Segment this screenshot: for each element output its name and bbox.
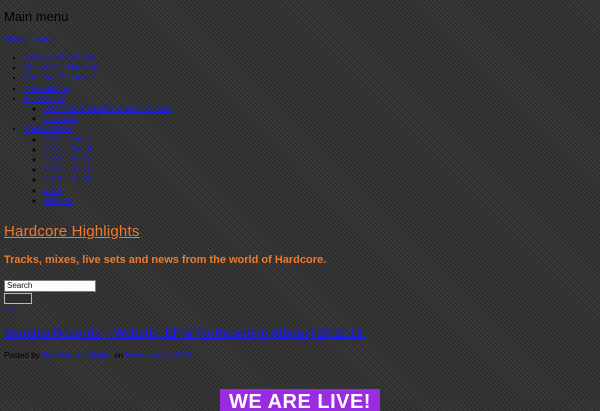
menu-link-bundles[interactable]: Bundles: [44, 196, 73, 205]
menu-item-australia-with-force: Australia With Force: [24, 53, 171, 63]
submenu-item: 2013 – Part II: [44, 175, 171, 185]
menu-item-mix-archive: Mix Archive DJ Mixes, Podcasts & Radio S…: [24, 94, 171, 125]
post-title-link[interactable]: Stamina Records – Website, EP & Forthcom…: [4, 326, 366, 340]
menu-link-2011-part-1[interactable]: 2011 – Part I: [44, 135, 89, 144]
menu-link-free-albums[interactable]: Free Albums: [24, 84, 69, 93]
post-meta-prefix: Posted by: [4, 351, 40, 360]
menu-link-live-sets[interactable]: Live Sets: [44, 114, 77, 123]
menu-item-track-archive: Track Archive 2011 – Part I 2011 – Part …: [24, 124, 171, 206]
menu-item-donate: Donate Our Hardcore: [24, 63, 171, 73]
submenu-item: 2013 – Part I: [44, 165, 171, 175]
menu-item-free-albums: Free Albums: [24, 84, 171, 94]
skip-to-content-link[interactable]: Skip to content: [4, 34, 57, 46]
menu-link-2013-part-2[interactable]: 2013 – Part II: [44, 175, 92, 184]
search-submit-button[interactable]: [4, 293, 32, 304]
submenu-item: 2011 – Part I: [44, 135, 171, 145]
submenu-item: Bundles: [44, 196, 171, 206]
post-date-link[interactable]: December 1, 2013: [125, 351, 191, 360]
post-author-link[interactable]: Hardcore Highlights: [42, 351, 112, 360]
search-input[interactable]: [4, 280, 96, 292]
submenu-item: 2011 – Part II: [44, 145, 171, 155]
post-meta-on: on: [114, 351, 124, 360]
menu-link-mix-archive[interactable]: Mix Archive: [24, 94, 65, 103]
menu-link-2012-part-1[interactable]: 2012 – Part I: [44, 155, 90, 164]
menu-link-track-archive[interactable]: Track Archive: [24, 124, 72, 133]
submenu-mix-archive: DJ Mixes, Podcasts & Radio Shows Live Se…: [24, 104, 171, 124]
main-menu: Australia With Force Donate Our Hardcore…: [4, 53, 171, 206]
menu-link-2014[interactable]: 2014: [44, 186, 62, 195]
menu-link-donate[interactable]: Donate Our Hardcore: [24, 63, 100, 72]
post-meta: Posted by Hardcore Highlights on Decembe…: [4, 351, 191, 361]
menu-link-2013-part-1[interactable]: 2013 – Part I: [44, 165, 90, 174]
menu-item-freeform-endorsed: Freeform Endorsed: [24, 73, 171, 83]
menu-link-australia-with-force[interactable]: Australia With Force: [24, 53, 96, 62]
main-menu-heading: Main menu: [4, 9, 69, 24]
submenu-item: Live Sets: [44, 114, 171, 124]
banner-text: WE ARE LIVE!: [229, 391, 371, 411]
submenu-item: 2012 – Part I: [44, 155, 171, 165]
submenu-item: 2014: [44, 186, 171, 196]
menu-link-2011-part-2[interactable]: 2011 – Part II: [44, 145, 91, 154]
submenu-track-archive: 2011 – Part I 2011 – Part II 2012 – Part…: [24, 135, 171, 206]
post-title: Stamina Records – Website, EP & Forthcom…: [4, 325, 366, 341]
menu-link-dj-mixes[interactable]: DJ Mixes, Podcasts & Radio Shows: [44, 104, 171, 113]
rss-link[interactable]: RSS: [4, 306, 18, 315]
site-title: Hardcore Highlights: [4, 222, 140, 242]
we-are-live-banner: WE ARE LIVE!: [220, 389, 380, 411]
site-tagline: Tracks, mixes, live sets and news from t…: [4, 254, 327, 266]
submenu-item: DJ Mixes, Podcasts & Radio Shows: [44, 104, 171, 114]
site-title-link[interactable]: Hardcore Highlights: [4, 223, 140, 240]
menu-link-freeform-endorsed[interactable]: Freeform Endorsed: [24, 73, 93, 82]
